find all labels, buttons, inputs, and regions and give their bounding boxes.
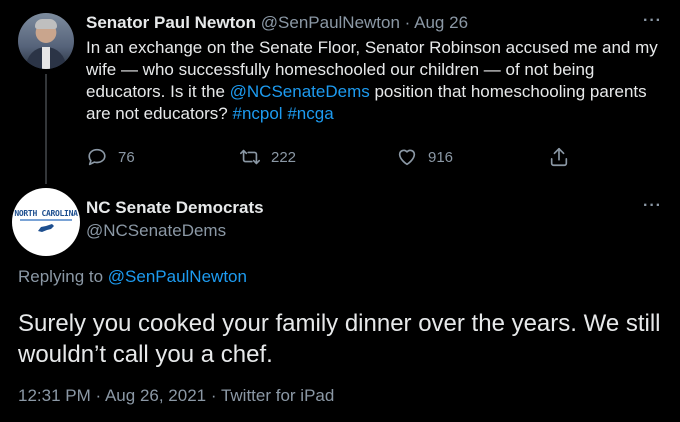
tweet1-separator: · (404, 13, 411, 32)
tweet1-more-icon[interactable]: ··· (643, 12, 662, 30)
like-icon (398, 149, 416, 166)
nc-logo-divider (20, 219, 72, 221)
nc-state-shape-icon (38, 224, 54, 232)
tweet1-date[interactable]: Aug 26 (414, 13, 468, 32)
tweet2-time[interactable]: 12:31 PM (18, 386, 91, 405)
tweet2-date[interactable]: Aug 26, 2021 (105, 386, 206, 405)
tweet2-metadata: 12:31 PM · Aug 26, 2021 · Twitter for iP… (18, 385, 334, 407)
like-count: 916 (428, 148, 454, 166)
tweet1-mention-link[interactable]: @NCSenateDems (230, 82, 370, 101)
hashtag-ncga-link[interactable]: #ncga (287, 104, 333, 123)
reply-button[interactable]: 76 (86, 145, 135, 169)
replying-to-handle-link[interactable]: @SenPaulNewton (108, 267, 247, 286)
retweet-icon (240, 149, 260, 165)
tweet1-header: Senator Paul Newton @SenPaulNewton · Aug… (86, 12, 468, 34)
avatar-nc-senate-dems[interactable]: NORTH CAROLINA (12, 188, 80, 256)
avatar-paul-newton[interactable] (18, 13, 74, 69)
nc-logo-wordmark: NORTH CAROLINA (14, 209, 78, 218)
reply-icon (88, 148, 106, 166)
tweet2-text: Surely you cooked your family dinner ove… (18, 310, 661, 368)
reply-count: 76 (118, 148, 135, 166)
tweet1-action-bar: 76 222 916 (86, 145, 576, 169)
replying-to-label: Replying to (18, 267, 108, 286)
tweet1-author-name[interactable]: Senator Paul Newton (86, 13, 256, 32)
replying-to-line: Replying to @SenPaulNewton (18, 266, 247, 288)
tweet2-separator-2: · (210, 386, 217, 405)
tweet2-separator-1: · (95, 386, 102, 405)
tweet2-handle[interactable]: @NCSenateDems (86, 220, 226, 242)
thread-connector-line (45, 74, 47, 184)
tweet2-source[interactable]: Twitter for iPad (221, 386, 334, 405)
tweet1-text: In an exchange on the Senate Floor, Sena… (86, 37, 671, 125)
share-button[interactable] (548, 145, 580, 169)
hashtag-ncpol-link[interactable]: #ncpol (232, 104, 282, 123)
retweet-button[interactable]: 222 (239, 145, 296, 169)
tweet2-author-name[interactable]: NC Senate Democrats (86, 197, 264, 219)
tweet2-more-icon[interactable]: ··· (643, 197, 662, 215)
retweet-count: 222 (271, 148, 297, 166)
share-icon (550, 147, 568, 167)
tweet1-handle[interactable]: @SenPaulNewton (261, 13, 400, 32)
like-button[interactable]: 916 (396, 145, 453, 169)
